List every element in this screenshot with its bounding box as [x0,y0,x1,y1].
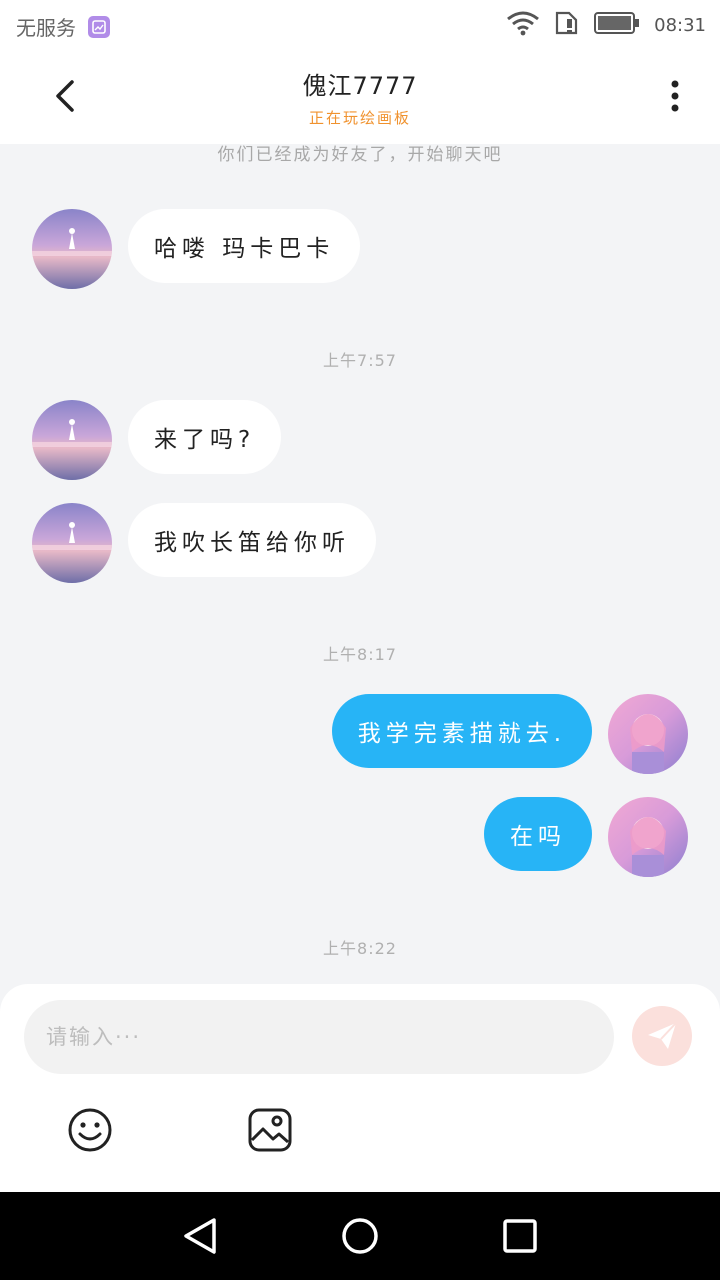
image-icon[interactable] [246,1106,294,1154]
back-arrow-icon[interactable] [46,76,86,116]
gallery-app-icon [88,15,110,38]
my-avatar[interactable] [608,797,688,877]
header-title-block: 傀江7777 正在玩绘画板 [160,66,560,128]
status-time: 08:31 [654,15,706,36]
contact-activity-status: 正在玩绘画板 [308,109,411,127]
message-input[interactable] [24,1000,614,1074]
more-vertical-icon[interactable] [660,78,690,118]
status-bar: 无服务 08:31 [0,0,720,50]
status-left: 无服务 [16,12,110,41]
message-bubble-outgoing[interactable]: 我学完素描就去. [331,694,592,768]
wifi-icon [506,10,540,41]
timestamp: 上午8:17 [323,645,397,664]
contact-avatar[interactable] [32,209,112,289]
sim-icon [554,10,580,41]
message-composer [0,984,720,1192]
message-bubble-incoming[interactable]: 我吹长笛给你听 [128,503,376,577]
timestamp: 上午7:57 [323,351,397,370]
system-nav-bar [0,1192,720,1280]
message-bubble-incoming[interactable]: 哈喽 玛卡巴卡 [128,209,361,283]
carrier-text: 无服务 [16,16,76,40]
battery-icon [594,11,640,40]
chat-message-list[interactable]: 你们已经成为好友了，开始聊天吧 哈喽 玛卡巴卡 上午7:57 来了吗? 我吹长笛… [0,144,720,990]
chat-header: 傀江7777 正在玩绘画板 [0,50,720,144]
contact-name: 傀江7777 [302,72,418,100]
home-circle-icon[interactable] [338,1214,382,1258]
message-bubble-outgoing[interactable]: 在吗 [484,797,592,871]
my-avatar[interactable] [608,694,688,774]
status-right: 08:31 [506,10,706,41]
timestamp: 上午8:22 [323,939,397,958]
emoji-icon[interactable] [66,1106,114,1154]
message-bubble-incoming[interactable]: 来了吗? [128,400,282,474]
send-icon[interactable] [632,1006,692,1066]
contact-avatar[interactable] [32,503,112,583]
system-notice: 你们已经成为好友了，开始聊天吧 [217,145,503,165]
contact-avatar[interactable] [32,400,112,480]
back-triangle-icon[interactable] [178,1214,222,1258]
recents-square-icon[interactable] [498,1214,542,1258]
